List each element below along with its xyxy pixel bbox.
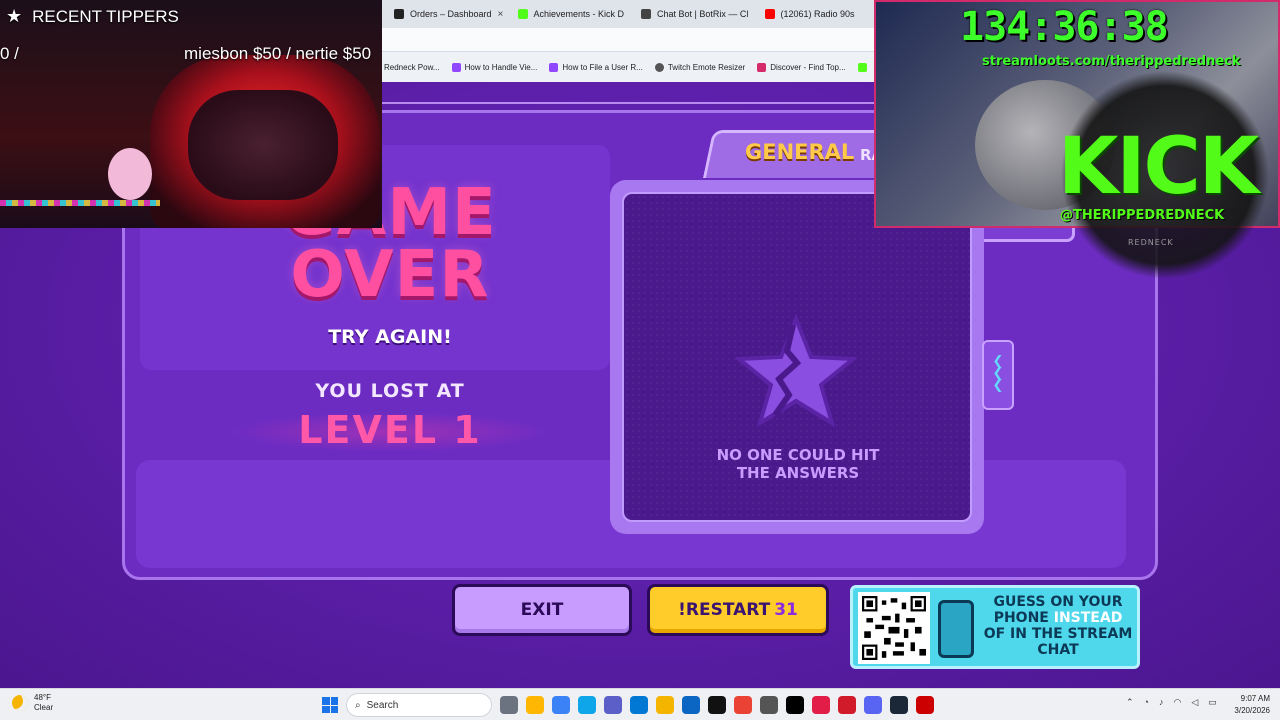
qr-code-icon bbox=[858, 592, 930, 664]
taskbar-app-icon[interactable] bbox=[890, 696, 908, 714]
tab-label: Achievements - Kick D bbox=[533, 9, 625, 19]
twitch-icon bbox=[451, 62, 461, 72]
recent-tippers-header: ★ RECENT TIPPERS bbox=[6, 6, 179, 27]
tippers-ticker: 0 / miesbon $50 / nertie $50 bbox=[0, 44, 372, 63]
botrix-favicon-icon bbox=[641, 9, 651, 19]
lost-at-label: YOU LOST AT bbox=[315, 380, 465, 402]
try-again-text: TRY AGAIN! bbox=[328, 326, 452, 348]
youtube-favicon-icon bbox=[764, 9, 775, 19]
restart-count: 31 bbox=[774, 600, 798, 620]
taskbar-app-icon[interactable] bbox=[864, 696, 882, 714]
mic-icon[interactable]: ♪ bbox=[1159, 697, 1164, 708]
network-icon[interactable]: ◔ bbox=[1144, 697, 1149, 708]
weather-desc: Clear bbox=[34, 703, 54, 712]
level-value: LEVEL 1 bbox=[298, 408, 482, 452]
exit-button[interactable]: EXIT bbox=[452, 584, 632, 636]
taskbar-app-icon[interactable] bbox=[526, 696, 544, 714]
led-lights bbox=[0, 200, 160, 206]
restart-button[interactable]: !RESTART 31 bbox=[647, 584, 829, 636]
browser-window: Orders – Dashboard × Achievements - Kick… bbox=[380, 0, 874, 82]
globe-icon bbox=[654, 62, 664, 72]
taskbar-app-icon[interactable] bbox=[760, 696, 778, 714]
close-icon[interactable]: × bbox=[498, 9, 504, 20]
system-tray[interactable]: ⌃ ◔ ♪ ◠ ◁ ▭ bbox=[1126, 697, 1217, 708]
restart-label: !RESTART bbox=[678, 600, 771, 620]
address-bar[interactable] bbox=[380, 28, 874, 52]
tab-bar: Orders – Dashboard × Achievements - Kick… bbox=[380, 0, 874, 28]
tab-label: Chat Bot | BotRix — Cl bbox=[657, 9, 749, 19]
broken-star-icon bbox=[735, 315, 857, 427]
taskbar-app-icon[interactable] bbox=[734, 696, 752, 714]
taskbar-app-icon[interactable] bbox=[578, 696, 596, 714]
redneck-text: REDNECK bbox=[1128, 238, 1174, 247]
wifi-icon[interactable]: ◠ bbox=[1173, 697, 1181, 708]
subathon-timer: 134:36:38 bbox=[960, 4, 1169, 50]
moon-icon bbox=[12, 695, 28, 711]
taskbar-app-icon[interactable] bbox=[916, 696, 934, 714]
chair-headrest bbox=[188, 90, 338, 200]
clock-time: 9:07 AM bbox=[1240, 694, 1270, 703]
tab-botrix[interactable]: Chat Bot | BotRix — Cl × bbox=[627, 0, 751, 28]
search-placeholder: Search bbox=[366, 699, 399, 711]
recent-tippers-title: RECENT TIPPERS bbox=[32, 6, 179, 26]
no-answers-message: NO ONE COULD HIT THE ANSWERS bbox=[700, 446, 896, 482]
tab-radio[interactable]: (12061) Radio 90s bbox=[751, 0, 875, 28]
taskbar-apps bbox=[500, 696, 934, 714]
no-answers-line1: NO ONE COULD HIT bbox=[716, 446, 880, 464]
taskbar-search[interactable]: ⌕ Search bbox=[346, 693, 492, 717]
ranking-title: GENERAL bbox=[745, 140, 855, 164]
star-icon: ★ bbox=[6, 6, 23, 26]
phone-icon bbox=[938, 600, 974, 658]
windows-start-icon[interactable] bbox=[322, 697, 338, 713]
bookmark-emote-resizer[interactable]: Twitch Emote Resizer bbox=[654, 62, 745, 72]
taskbar-app-icon[interactable] bbox=[786, 696, 804, 714]
bookmark-redneck[interactable]: Redneck Pow... bbox=[384, 63, 440, 72]
taskbar-app-icon[interactable] bbox=[656, 696, 674, 714]
clock-date: 3/20/2026 bbox=[1234, 706, 1270, 715]
taskbar-app-icon[interactable] bbox=[838, 696, 856, 714]
discover-icon bbox=[757, 62, 767, 72]
taskbar-app-icon[interactable] bbox=[604, 696, 622, 714]
no-answers-line2: THE ANSWERS bbox=[736, 464, 860, 482]
taskbar: 48°F Clear ⌕ Search ⌃ ◔ ♪ ◠ ◁ ▭ 9:07 AM 3… bbox=[0, 688, 1280, 720]
bookmark-handle-viewers[interactable]: How to Handle Vie... bbox=[451, 62, 537, 72]
taskbar-app-icon[interactable] bbox=[552, 696, 570, 714]
webcam-left: ★ RECENT TIPPERS 0 / miesbon $50 / nerti… bbox=[0, 0, 382, 228]
phone-play-text: GUESS ON YOUR PHONE INSTEAD OF IN THE ST… bbox=[983, 594, 1133, 658]
taskbar-app-icon[interactable] bbox=[500, 696, 518, 714]
search-icon: ⌕ bbox=[355, 699, 361, 711]
tab-achievements[interactable]: Achievements - Kick D × bbox=[504, 0, 628, 28]
weather-temp: 48°F bbox=[34, 693, 51, 702]
bookmarks-bar: Redneck Pow... How to Handle Vie... How … bbox=[380, 54, 874, 80]
game-over-line2: OVER bbox=[290, 238, 490, 312]
chevron-up-icon[interactable]: ⌃ bbox=[1126, 697, 1134, 708]
bookmark-discover[interactable]: Discover - Find Top... bbox=[757, 62, 846, 72]
taskbar-app-icon[interactable] bbox=[812, 696, 830, 714]
volume-icon[interactable]: ◁ bbox=[1191, 697, 1198, 708]
weather-widget[interactable]: 48°F Clear bbox=[12, 693, 53, 713]
tab-label: (12061) Radio 90s bbox=[780, 9, 855, 19]
ranking-expand-chevrons-icon[interactable]: ❮ ❮ ❮ bbox=[982, 340, 1014, 410]
tab-orders[interactable]: Orders – Dashboard × bbox=[380, 0, 504, 28]
kick-logo: KICK bbox=[1058, 122, 1259, 212]
tab-label: Orders – Dashboard bbox=[410, 9, 492, 19]
streamloots-url: streamloots.com/therippedredneck bbox=[982, 54, 1241, 69]
kick-icon bbox=[857, 62, 867, 72]
twitch-icon bbox=[549, 62, 559, 72]
orders-favicon-icon bbox=[394, 9, 404, 19]
kick-handle: @THERIPPEDREDNECK bbox=[1060, 208, 1225, 223]
kick-favicon-icon bbox=[517, 9, 528, 19]
clock[interactable]: 9:07 AM 3/20/2026 bbox=[1224, 693, 1270, 717]
taskbar-app-icon[interactable] bbox=[682, 696, 700, 714]
taskbar-app-icon[interactable] bbox=[708, 696, 726, 714]
bookmark-kick[interactable] bbox=[857, 62, 867, 72]
bookmark-file-report[interactable]: How to File a User R... bbox=[549, 62, 643, 72]
taskbar-app-icon[interactable] bbox=[630, 696, 648, 714]
battery-icon[interactable]: ▭ bbox=[1208, 697, 1217, 708]
plush-toy bbox=[108, 148, 152, 200]
